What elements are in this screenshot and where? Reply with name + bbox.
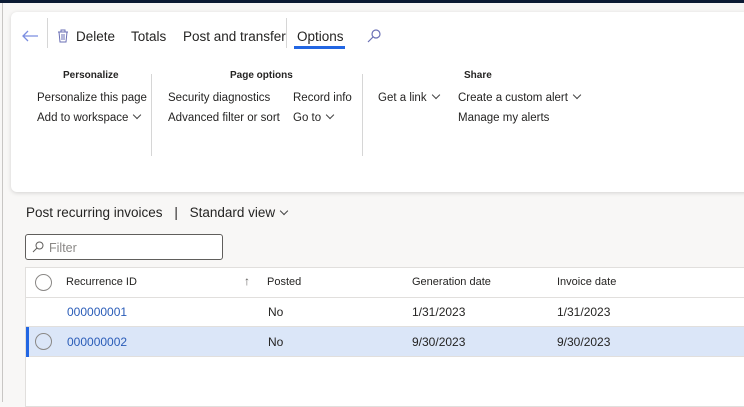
page-title-bar: Post recurring invoices | Standard view (26, 205, 289, 220)
column-header-posted[interactable]: Posted (267, 276, 301, 288)
chevron-down-icon (279, 206, 289, 216)
grid-header: Recurrence ID ↑ Posted Generation date I… (26, 268, 744, 298)
generation-date-cell: 1/31/2023 (412, 305, 466, 319)
search-icon (367, 29, 381, 43)
back-button[interactable] (21, 24, 39, 48)
table-row-selected[interactable]: 000000002 No 9/30/2023 9/30/2023 (26, 327, 744, 357)
back-arrow-icon (22, 30, 38, 42)
title-separator: | (174, 205, 178, 220)
share-group-title: Share (464, 70, 492, 81)
page-options-group-title: Page options (230, 70, 293, 81)
totals-label: Totals (131, 28, 167, 44)
select-all-checkbox[interactable] (35, 274, 52, 291)
get-a-link-label: Get a link (378, 92, 427, 104)
selected-row-indicator (26, 327, 29, 357)
personalize-this-page[interactable]: Personalize this page (37, 92, 147, 104)
column-header-generation-date[interactable]: Generation date (412, 276, 491, 288)
posted-cell: No (268, 305, 284, 319)
view-selector[interactable]: Standard view (189, 205, 289, 220)
go-to-label: Go to (293, 112, 322, 124)
active-tab-indicator (294, 46, 345, 49)
manage-my-alerts[interactable]: Manage my alerts (458, 112, 549, 124)
page-title: Post recurring invoices (26, 205, 163, 220)
options-label: Options (297, 28, 344, 44)
view-label: Standard view (189, 205, 276, 220)
table-row[interactable]: 000000001 No 1/31/2023 1/31/2023 (26, 297, 744, 327)
invoice-grid: Recurrence ID ↑ Posted Generation date I… (25, 267, 744, 407)
tab-options[interactable]: Options (297, 24, 344, 48)
recurrence-id-link[interactable]: 000000002 (67, 335, 127, 349)
trash-icon (58, 29, 68, 43)
chevron-down-icon (325, 110, 335, 120)
generation-date-cell: 9/30/2023 (412, 335, 466, 349)
sort-ascending-icon: ↑ (244, 274, 250, 288)
delete-button[interactable]: Delete (57, 24, 115, 48)
column-header-invoice-date[interactable]: Invoice date (557, 276, 616, 288)
get-a-link[interactable]: Get a link (378, 90, 440, 104)
recurrence-id-link[interactable]: 000000001 (67, 305, 127, 319)
row-select-checkbox[interactable] (35, 333, 52, 350)
delete-label: Delete (76, 28, 116, 44)
personalize-group-title: Personalize (63, 70, 119, 81)
column-header-recurrence-id[interactable]: Recurrence ID (66, 276, 137, 288)
add-to-workspace[interactable]: Add to workspace (37, 110, 142, 124)
filter-input[interactable]: Filter (25, 234, 223, 260)
invoice-date-cell: 9/30/2023 (557, 335, 611, 349)
posted-cell: No (268, 335, 284, 349)
post-and-transfer-label: Post and transfer (183, 28, 286, 44)
go-to[interactable]: Go to (293, 110, 335, 124)
advanced-filter-or-sort[interactable]: Advanced filter or sort (168, 112, 280, 124)
security-diagnostics[interactable]: Security diagnostics (168, 92, 270, 104)
record-info[interactable]: Record info (293, 92, 352, 104)
add-to-workspace-label: Add to workspace (37, 112, 129, 124)
search-icon (32, 241, 44, 253)
totals-button[interactable]: Totals (131, 24, 166, 48)
search-button[interactable] (367, 24, 381, 48)
nav-divider (2, 3, 3, 402)
chevron-down-icon (431, 90, 440, 100)
action-pane: Delete Totals Post and transfer Options … (11, 12, 744, 192)
chevron-down-icon (572, 90, 582, 100)
invoice-date-cell: 1/31/2023 (557, 305, 611, 319)
post-and-transfer-button[interactable]: Post and transfer (183, 24, 286, 48)
filter-placeholder: Filter (49, 241, 77, 255)
create-custom-alert[interactable]: Create a custom alert (458, 90, 582, 104)
chevron-down-icon (133, 110, 142, 120)
create-custom-alert-label: Create a custom alert (458, 92, 568, 104)
title-bar (0, 0, 744, 3)
